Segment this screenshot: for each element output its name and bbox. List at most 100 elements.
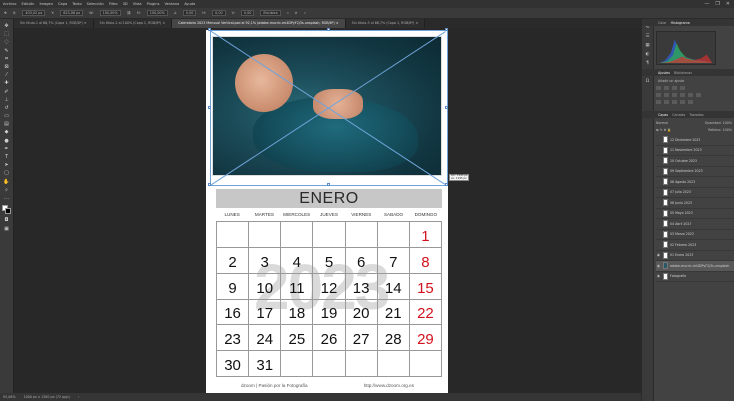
- menu-plugins[interactable]: Plugins: [147, 2, 160, 6]
- transform-handle-tr[interactable]: [445, 28, 448, 31]
- layer-row[interactable]: 11 Noviembre 2023: [656, 146, 734, 156]
- menu-3d[interactable]: 3D: [123, 2, 128, 6]
- selective-color-icon[interactable]: [688, 100, 693, 104]
- commit-transform-icon[interactable]: ✓: [304, 11, 307, 15]
- layer-row[interactable]: ◉ adobe-mucric-ml4DPyF2j3s-unsplash: [656, 261, 734, 272]
- glyphs-icon[interactable]: Ω: [646, 79, 649, 84]
- exposure-icon[interactable]: [680, 86, 685, 90]
- eyedropper-icon[interactable]: ⁄: [3, 72, 10, 78]
- channel-mixer-icon[interactable]: [696, 93, 701, 97]
- layer-row[interactable]: ◉ 01 Enero 2023: [656, 251, 734, 261]
- vibrance-icon[interactable]: [656, 93, 661, 97]
- black-white-icon[interactable]: [680, 93, 685, 97]
- blend-mode-select[interactable]: Normal: [656, 121, 668, 125]
- x-field[interactable]: 403,02 px: [22, 10, 46, 16]
- transform-handle-br[interactable]: [445, 183, 448, 186]
- gradient-icon[interactable]: ▤: [3, 121, 10, 127]
- hskew-field[interactable]: 0,00: [212, 10, 226, 16]
- path-select-icon[interactable]: ➤: [3, 162, 10, 168]
- adjustments-icon[interactable]: ◐: [646, 52, 650, 57]
- cancel-transform-icon[interactable]: ⊘: [295, 11, 298, 15]
- menu-imagen[interactable]: Imagen: [39, 2, 53, 6]
- layer-row[interactable]: 07 Julio 2023: [656, 188, 734, 198]
- photo-filter-icon[interactable]: [688, 93, 693, 97]
- rectangle-icon[interactable]: ▢: [3, 170, 10, 176]
- more-tools-icon[interactable]: …: [3, 195, 10, 201]
- width-field[interactable]: 100,00%: [99, 10, 121, 16]
- background-color[interactable]: [4, 208, 11, 215]
- hue-saturation-icon[interactable]: [664, 93, 669, 97]
- tab-document-1[interactable]: Sin título-1 al 66,7% (Capa 1, RGB/8*) ×: [14, 19, 94, 28]
- menu-ayuda[interactable]: Ayuda: [184, 2, 195, 6]
- layer-row[interactable]: 12 Diciembre 2023: [656, 135, 734, 146]
- tab-channels[interactable]: Canales: [672, 113, 685, 117]
- transform-handle-mr[interactable]: [445, 106, 448, 109]
- transform-handle-tm[interactable]: [327, 28, 330, 31]
- menu-ventana[interactable]: Ventana: [164, 2, 179, 6]
- brightness-icon[interactable]: [656, 86, 661, 90]
- minimize-button[interactable]: —: [704, 1, 709, 7]
- dodge-icon[interactable]: ●: [3, 138, 10, 144]
- menu-edicion[interactable]: Edición: [21, 2, 34, 6]
- tab-adjustments[interactable]: Ajustes: [658, 71, 670, 75]
- lasso-icon[interactable]: ◌: [3, 39, 10, 45]
- paragraph-icon[interactable]: ¶: [646, 61, 649, 66]
- layer-row[interactable]: 08 Agosto 2023: [656, 177, 734, 188]
- vskew-field[interactable]: 0,00: [240, 10, 255, 16]
- color-balance-icon[interactable]: [672, 93, 677, 97]
- eraser-icon[interactable]: ▭: [3, 113, 10, 119]
- document-info[interactable]: 1000 px x 1300 px (72 ppp): [24, 395, 70, 399]
- tab-layers[interactable]: Capas: [658, 113, 668, 117]
- close-button[interactable]: ✕: [726, 1, 730, 7]
- levels-icon[interactable]: [664, 86, 669, 90]
- status-arrow-icon[interactable]: ›: [78, 395, 79, 399]
- color-swatches[interactable]: [1, 205, 12, 215]
- healing-brush-icon[interactable]: ✚: [3, 80, 10, 86]
- menu-texto[interactable]: Texto: [72, 2, 81, 6]
- threshold-icon[interactable]: [672, 100, 677, 104]
- crop-icon[interactable]: ⌗: [3, 56, 10, 62]
- quick-select-icon[interactable]: ✎: [3, 48, 10, 54]
- zoom-level[interactable]: 92,08%: [3, 395, 16, 399]
- tab-color[interactable]: Color: [658, 21, 667, 25]
- tab-document-2[interactable]: Sin título-2 al 100% (Capa 1, RGB/8*) ×: [93, 19, 173, 28]
- invert-icon[interactable]: [656, 100, 661, 104]
- blur-icon[interactable]: ◆: [3, 129, 10, 135]
- pen-icon[interactable]: ✒: [3, 146, 10, 152]
- transform-handle-bm[interactable]: [327, 183, 330, 186]
- lock-icons[interactable]: ⊠ ✎ ✥ 🔒: [656, 128, 672, 132]
- layer-row[interactable]: 05 Mayo 2023: [656, 209, 734, 219]
- opacity-field[interactable]: Opacidad: 100%: [705, 121, 732, 125]
- layer-row[interactable]: 03 Marzo 2023: [656, 230, 734, 240]
- tab-paths[interactable]: Trazados: [689, 113, 703, 117]
- marquee-icon[interactable]: ⬚: [3, 31, 10, 37]
- layer-row[interactable]: 02 Febrero 2023: [656, 240, 734, 251]
- visibility-eye-icon[interactable]: ◉: [656, 264, 661, 268]
- fill-field[interactable]: Relleno: 100%: [708, 128, 732, 132]
- layer-row[interactable]: 09 Septiembre 2023: [656, 167, 734, 177]
- menu-filtro[interactable]: Filtro: [109, 2, 118, 6]
- frame-icon[interactable]: ⊠: [3, 64, 10, 70]
- layer-row[interactable]: 04 Abril 2023: [656, 219, 734, 230]
- gradient-map-icon[interactable]: [680, 100, 685, 104]
- tab-document-3[interactable]: Sin título-3 al 66,7% (Capa 1, RGB/8*) ×: [345, 19, 426, 28]
- menu-capa[interactable]: Capa: [58, 2, 67, 6]
- menu-seleccion[interactable]: Selección: [87, 2, 104, 6]
- tab-document-calendar[interactable]: Calendario 2023 Mensual Vertical.psd al …: [172, 19, 346, 28]
- visibility-eye-icon[interactable]: ◉: [656, 274, 661, 278]
- move-icon[interactable]: ✥: [3, 23, 10, 29]
- maximize-button[interactable]: ❐: [715, 1, 719, 7]
- move-tool-icon[interactable]: ✥: [4, 11, 7, 15]
- brush-icon[interactable]: ✐: [3, 89, 10, 95]
- angle-field[interactable]: 0,00: [182, 10, 197, 16]
- layer-row[interactable]: ◉ Fotografía: [656, 272, 734, 282]
- height-field[interactable]: 100,00%: [146, 10, 168, 16]
- transform-handle-bl[interactable]: [208, 183, 211, 186]
- transform-handle-tl[interactable]: [208, 28, 211, 31]
- zoom-icon[interactable]: ⌕: [3, 187, 10, 193]
- type-icon[interactable]: T: [3, 154, 10, 160]
- screen-mode-icon[interactable]: ▣: [3, 226, 10, 232]
- quick-mask-icon[interactable]: ◘: [3, 217, 10, 223]
- warp-icon[interactable]: ⌗: [287, 11, 289, 15]
- libraries-icon[interactable]: ▦: [645, 43, 649, 48]
